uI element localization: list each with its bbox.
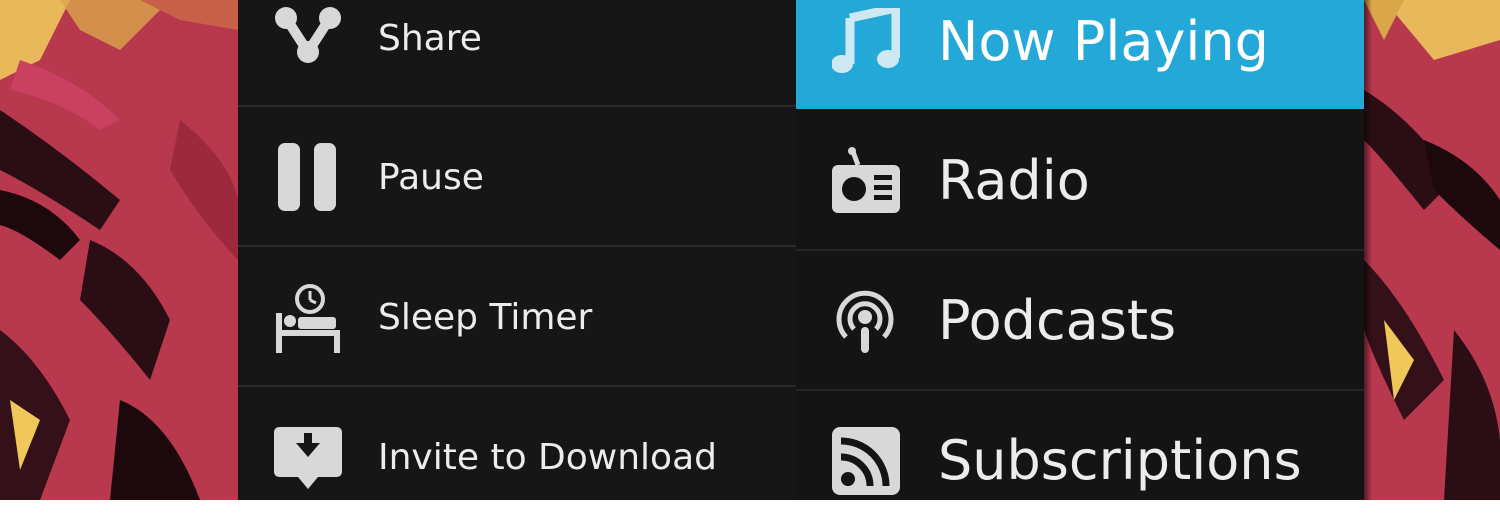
- share-label: Share: [378, 18, 482, 59]
- share-item[interactable]: Share: [238, 0, 796, 107]
- nav-item-radio[interactable]: Radio: [796, 111, 1364, 251]
- podcast-icon: [832, 285, 898, 357]
- nav-item-radio-label: Radio: [938, 149, 1090, 212]
- invite-download-icon: [274, 427, 342, 489]
- sleep-timer-icon: [272, 283, 344, 353]
- pause-label: Pause: [378, 157, 484, 198]
- action-menu: Share Pause Sleep Timer Invite to Downlo…: [238, 0, 796, 500]
- nav-item-podcasts-label: Podcasts: [938, 289, 1177, 352]
- music-note-icon: [832, 8, 900, 74]
- menu-edge-shadow: [1364, 0, 1372, 500]
- radio-icon: [832, 147, 900, 215]
- invite-download-item[interactable]: Invite to Download: [238, 387, 796, 527]
- album-art-background-right: [1364, 0, 1500, 500]
- pause-icon: [278, 143, 338, 211]
- nav-item-podcasts[interactable]: Podcasts: [796, 251, 1364, 391]
- sleep-timer-label: Sleep Timer: [378, 297, 593, 338]
- nav-item-subscriptions[interactable]: Subscriptions: [796, 391, 1364, 531]
- nav-item-now-playing-label: Now Playing: [938, 10, 1269, 73]
- invite-download-label: Invite to Download: [378, 437, 717, 478]
- nav-item-now-playing[interactable]: Now Playing: [796, 0, 1364, 109]
- sleep-timer-item[interactable]: Sleep Timer: [238, 247, 796, 387]
- rss-icon: [832, 427, 900, 495]
- share-icon: [274, 6, 342, 66]
- pause-item[interactable]: Pause: [238, 107, 796, 247]
- album-art-background-left: [0, 0, 238, 500]
- navigation-menu: Now Playing Radio Podcasts Subscriptions: [796, 0, 1364, 500]
- nav-item-subscriptions-label: Subscriptions: [938, 429, 1302, 492]
